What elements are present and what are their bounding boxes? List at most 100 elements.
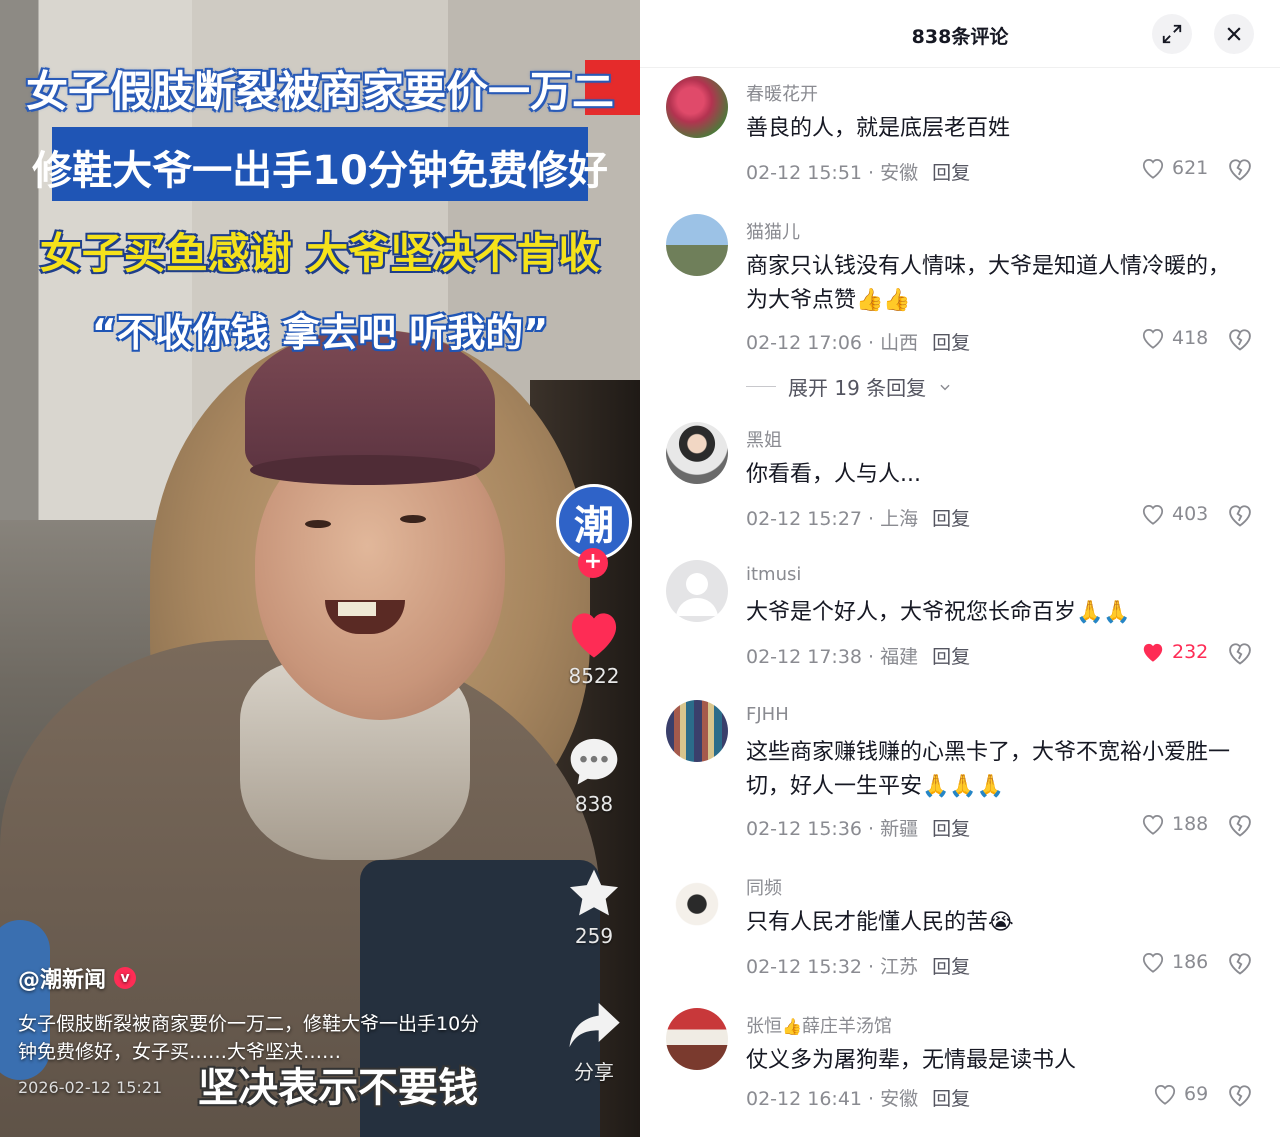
broken-heart-icon [1229, 643, 1251, 665]
comment-like-count: 418 [1172, 327, 1209, 349]
comment-text: 商家只认钱没有人情味，大爷是知道人情冷暖的，为大爷点赞👍👍 [746, 254, 1231, 313]
comment-item: itmusi 大爷是个好人，大爷祝您长命百岁🙏🙏 02-12 17:38 · 福… [640, 560, 1280, 680]
channel-avatar-button[interactable]: 潮 + [556, 484, 632, 594]
commenter-name[interactable]: 春暖花开 [746, 80, 818, 106]
chevron-down-icon [940, 384, 950, 390]
comment-time-location: 02-12 17:38 · 福建 [746, 646, 919, 668]
video-headline-1: 女子假肢断裂被商家要价一万二 [25, 67, 614, 116]
comment-dislike-button[interactable] [1226, 1082, 1254, 1112]
commenter-name[interactable]: 同频 [746, 874, 782, 900]
comment-dislike-button[interactable] [1226, 812, 1254, 842]
comment-dislike-button[interactable] [1226, 326, 1254, 356]
share-icon [569, 1002, 620, 1048]
commenter-avatar[interactable] [666, 700, 728, 762]
heart-outline-icon [1154, 1085, 1176, 1105]
comment-time-location: 02-12 15:27 · 上海 [746, 508, 919, 530]
comment-text: 仗义多为屠狗辈，无情最是读书人 [746, 1048, 1077, 1073]
comment-like-count: 188 [1172, 813, 1209, 835]
share-label: 分享 [574, 1060, 614, 1084]
video-timestamp: 2026-02-12 15:21 [18, 1078, 163, 1097]
comment-meta: 02-12 17:38 · 福建 回复 [746, 642, 970, 669]
commenter-name[interactable]: 黑姐 [746, 426, 782, 452]
share-button[interactable]: 分享 [556, 998, 632, 1084]
video-player[interactable]: 女子假肢断裂被商家要价一万二 修鞋大爷一出手10分钟免费修好 女子买鱼感谢 大爷… [0, 0, 640, 1137]
comment-item: 同频 只有人民才能懂人民的苦😭 02-12 15:32 · 江苏 回复 186 [640, 870, 1280, 990]
favorite-button[interactable]: 259 [556, 866, 632, 948]
commenter-avatar[interactable] [666, 560, 728, 622]
commenter-name[interactable]: 猫猫儿 [746, 218, 800, 244]
like-count: 8522 [568, 664, 620, 688]
comment-like-button[interactable]: 188 [1140, 812, 1208, 836]
heart-outline-icon [1142, 505, 1164, 525]
author-name[interactable]: @潮新闻 [18, 962, 106, 994]
star-icon [569, 869, 619, 916]
comment-like-button[interactable]: 418 [1140, 326, 1208, 350]
reply-button[interactable]: 回复 [932, 162, 970, 184]
man-cap-brim [250, 455, 480, 485]
thumbs-up-icon: 👍 [782, 1017, 802, 1036]
comment-text: 只有人民才能懂人民的苦😭 [746, 910, 1014, 935]
comment-like-button[interactable]: 403 [1140, 502, 1208, 526]
comment-like-count: 403 [1172, 503, 1209, 525]
reply-button[interactable]: 回复 [932, 646, 970, 668]
expand-replies-label[interactable]: 展开 19 条回复 [788, 372, 926, 401]
comment-like-count: 621 [1172, 157, 1209, 179]
comment-text: 你看看，人与人... [746, 462, 921, 487]
expand-button[interactable] [1152, 14, 1192, 54]
comment-like-button[interactable]: 621 [1140, 156, 1208, 180]
broken-heart-icon [1229, 953, 1251, 975]
comment-dislike-button[interactable] [1226, 156, 1254, 186]
comment-item: 春暖花开 善良的人，就是底层老百姓 02-12 15:51 · 安徽 回复 621 [640, 76, 1280, 210]
video-author[interactable]: @潮新闻 v [18, 962, 137, 994]
comment-dislike-button[interactable] [1226, 502, 1254, 532]
commenter-avatar[interactable] [666, 422, 728, 484]
follow-button[interactable]: + [578, 548, 608, 578]
comment-like-button[interactable]: 186 [1140, 950, 1208, 974]
comment-text: 这些商家赚钱赚的心黑卡了，大爷不宽裕小爱胜一切，好人一生平安🙏🙏🙏 [746, 740, 1231, 799]
video-headline-4: “不收你钱 拿去吧 听我的” [91, 311, 549, 355]
commenter-avatar[interactable] [666, 76, 728, 138]
commenter-avatar[interactable] [666, 214, 728, 276]
close-icon [1227, 27, 1241, 41]
comment-dislike-button[interactable] [1226, 640, 1254, 670]
comment-time-location: 02-12 16:41 · 安徽 [746, 1088, 919, 1110]
reply-button[interactable]: 回复 [932, 1088, 970, 1110]
comment-time-location: 02-12 15:32 · 江苏 [746, 956, 919, 978]
heart-outline-icon [1142, 953, 1164, 973]
comment-button[interactable]: 838 [556, 734, 632, 816]
comment-dislike-button[interactable] [1226, 950, 1254, 980]
heart-icon [571, 613, 617, 658]
reply-button[interactable]: 回复 [932, 332, 970, 354]
reply-button[interactable]: 回复 [932, 956, 970, 978]
reply-button[interactable]: 回复 [932, 818, 970, 840]
comment-text: 大爷是个好人，大爷祝您长命百岁🙏🙏 [746, 600, 1131, 625]
comment-meta: 02-12 15:27 · 上海 回复 [746, 504, 970, 531]
broken-heart-icon [1229, 159, 1251, 181]
commenter-avatar[interactable] [666, 870, 728, 932]
commenter-name[interactable]: 张恒👍薛庄羊汤馆 [746, 1012, 892, 1038]
video-headline-2: 修鞋大爷一出手10分钟免费修好 [32, 148, 608, 194]
commenter-avatar[interactable] [666, 1008, 728, 1070]
comment-like-button[interactable]: 232 [1140, 640, 1208, 664]
favorite-count: 259 [574, 924, 614, 948]
comment-like-count: 69 [1184, 1083, 1209, 1105]
like-button[interactable]: 8522 [556, 606, 632, 688]
comment-item: 猫猫儿 商家只认钱没有人情味，大爷是知道人情冷暖的，为大爷点赞👍👍 02-12 … [640, 214, 1280, 364]
video-headline-3: 女子买鱼感谢 大爷坚决不肯收 [39, 229, 601, 278]
commenter-name-main[interactable]: 张恒 [746, 1016, 782, 1037]
comment-time-location: 02-12 15:51 · 安徽 [746, 162, 919, 184]
divider [746, 386, 776, 387]
broken-heart-icon [1229, 1085, 1251, 1107]
commenter-name[interactable]: FJHH [746, 704, 789, 725]
commenter-name[interactable]: itmusi [746, 564, 801, 585]
comment-like-button[interactable]: 69 [1152, 1082, 1208, 1106]
expand-replies-button[interactable]: 展开 19 条回复 [746, 372, 952, 401]
broken-heart-icon [1229, 329, 1251, 351]
comment-meta: 02-12 15:32 · 江苏 回复 [746, 952, 970, 979]
reply-button[interactable]: 回复 [932, 508, 970, 530]
broken-heart-icon [1229, 815, 1251, 837]
close-button[interactable] [1214, 14, 1254, 54]
screen: 女子假肢断裂被商家要价一万二 修鞋大爷一出手10分钟免费修好 女子买鱼感谢 大爷… [0, 0, 1280, 1137]
comment-item: 张恒👍薛庄羊汤馆 仗义多为屠狗辈，无情最是读书人 02-12 16:41 · 安… [640, 1008, 1280, 1128]
expand-icon [1162, 24, 1182, 44]
